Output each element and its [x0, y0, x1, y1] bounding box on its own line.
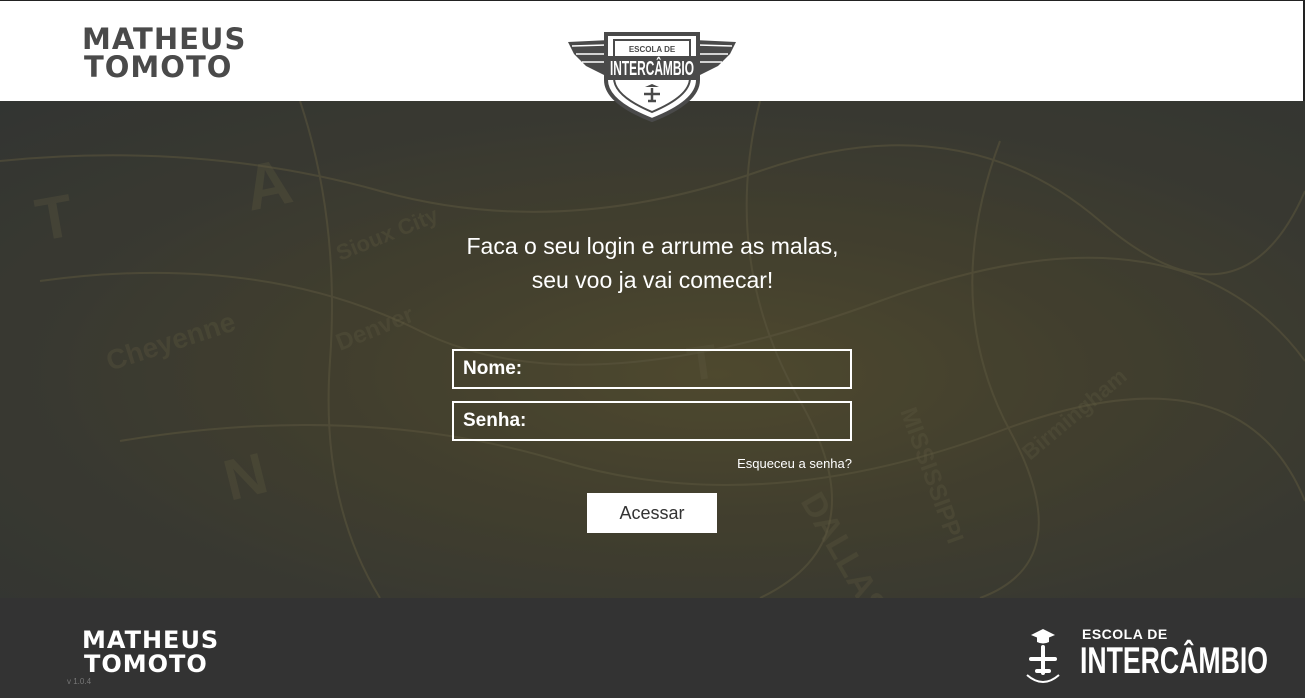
- footer-matheus-tomoto-logo[interactable]: MATHEUS TOMOTO: [82, 628, 219, 676]
- name-field[interactable]: Nome:: [452, 349, 852, 389]
- footer: MATHEUS TOMOTO v 1.0.4 ESCOLA DE INTERCÂ…: [0, 598, 1305, 698]
- login-hero: A T N T Cheyenne Denver Sioux City DALLA…: [0, 101, 1305, 598]
- access-button[interactable]: Acessar: [587, 493, 717, 533]
- forgot-password-link[interactable]: Esqueceu a senha?: [700, 456, 852, 471]
- footer-brand-line2: TOMOTO: [84, 650, 208, 678]
- name-input[interactable]: [539, 355, 843, 385]
- crest-emblem-icon: ESCOLA DE INTERCÂMBIO: [568, 32, 736, 123]
- password-field[interactable]: Senha:: [452, 401, 852, 441]
- headline-line1: Faca o seu login e arrume as malas,: [466, 233, 839, 259]
- headline-line2: seu voo ja vai comecar!: [531, 267, 774, 293]
- graduation-plane-icon: [1026, 629, 1060, 683]
- footer-school-main: INTERCÂMBIO: [1080, 640, 1268, 681]
- login-headline: Faca o seu login e arrume as malas, seu …: [0, 229, 1305, 297]
- crest-top-text: ESCOLA DE: [629, 45, 676, 54]
- matheus-tomoto-logo[interactable]: MATHEUS TOMOTO: [82, 25, 246, 84]
- brand-line2: TOMOTO: [84, 50, 233, 84]
- crest-main-text: INTERCÂMBIO: [610, 56, 694, 80]
- name-label: Nome:: [463, 358, 523, 379]
- version-label: v 1.0.4: [67, 677, 92, 686]
- footer-escola-logo[interactable]: ESCOLA DE INTERCÂMBIO: [1025, 624, 1268, 686]
- password-label: Senha:: [463, 410, 527, 431]
- password-input[interactable]: [539, 407, 843, 437]
- escola-de-intercambio-crest[interactable]: ESCOLA DE INTERCÂMBIO: [566, 30, 738, 123]
